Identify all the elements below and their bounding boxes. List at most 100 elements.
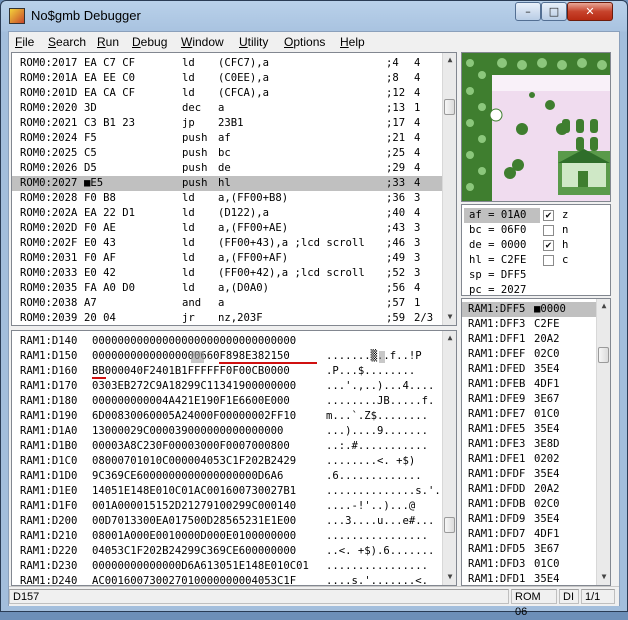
disasm-row[interactable]: ROM0:2026 D5 push de ;29 4 (12, 161, 442, 176)
menu-window[interactable]: Window (181, 35, 224, 49)
minimize-button[interactable]: – (515, 2, 541, 21)
memory-row[interactable]: RAM1:D1E0 14051E148E010C01AC001600730027B… (12, 484, 442, 499)
memory-row[interactable]: RAM1:D1A0 13000029C000039000000000000000.… (12, 424, 442, 439)
disasm-row[interactable]: ROM0:2031 F0 AF ld a,(FF00+AF) ;49 3 (12, 251, 442, 266)
disasm-row[interactable]: ROM0:202A EA 22 D1 ld (D122),a ;40 4 (12, 206, 442, 221)
stack-row[interactable]: RAM1:DFD1 35E4 (462, 572, 596, 585)
stack-row[interactable]: RAM1:DFE9 3E67 (462, 392, 596, 407)
stack-row[interactable]: RAM1:DFE3 3E8D (462, 437, 596, 452)
disasm-cyc: ;12 (386, 87, 406, 99)
flag-checkbox-n[interactable] (543, 225, 554, 236)
disasm-row[interactable]: ROM0:201A EA EE C0 ld (C0EE),a ;8 4 (12, 71, 442, 86)
stack-row[interactable]: RAM1:DFDF 35E4 (462, 467, 596, 482)
register-row[interactable]: de = 0000 (464, 238, 540, 253)
memory-row[interactable]: RAM1:D240 AC001600730027010000000004053C1… (12, 574, 442, 585)
stack-row[interactable]: RAM1:DFD7 4DF1 (462, 527, 596, 542)
disasm-addr: ROM0:201D (20, 87, 78, 99)
stack-row[interactable]: RAM1:DFD9 35E4 (462, 512, 596, 527)
disassembly-scrollbar[interactable]: ▲ ▼ (442, 53, 456, 325)
scroll-down-arrow[interactable]: ▼ (444, 311, 456, 323)
disasm-row[interactable]: ROM0:2017 EA C7 CF ld (CFC7),a ;4 4 (12, 56, 442, 71)
memory-row[interactable]: RAM1:D1F0 001A000015152D21279100299C00014… (12, 499, 442, 514)
memory-dump-pane[interactable]: ▲ ▼ RAM1:D140 000000000000000000000000000… (11, 330, 457, 586)
menu-help[interactable]: Help (340, 35, 365, 49)
memory-row[interactable]: RAM1:D180 000000000004A421E190F1E6600E000… (12, 394, 442, 409)
disasm-addr: ROM0:2026 (20, 162, 78, 174)
stack-row[interactable]: RAM1:DFE7 01C0 (462, 407, 596, 422)
disasm-row[interactable]: ROM0:2039 20 04 jr nz,203F ;59 2/3 (12, 311, 442, 325)
register-row[interactable]: hl = C2FE (464, 253, 540, 268)
stack-row[interactable]: RAM1:DFF3 C2FE (462, 317, 596, 332)
disasm-row[interactable]: ROM0:2028 F0 B8 ld a,(FF00+B8) ;36 3 (12, 191, 442, 206)
stack-row[interactable]: RAM1:DFDB 02C0 (462, 497, 596, 512)
disasm-row[interactable]: ROM0:201D EA CA CF ld (CFCA),a ;12 4 (12, 86, 442, 101)
memory-row[interactable]: RAM1:D1D0 9C369CE6000000000000000000D6A6.… (12, 469, 442, 484)
disasm-addr: ROM0:2024 (20, 132, 78, 144)
scroll-thumb[interactable] (444, 517, 455, 533)
stack-row[interactable]: RAM1:DFD5 3E67 (462, 542, 596, 557)
disasm-row[interactable]: ROM0:2038 A7 and a ;57 1 (12, 296, 442, 311)
disasm-row[interactable]: ROM0:2033 E0 42 ld (FF00+42),a ;lcd scroll;… (12, 266, 442, 281)
register-row[interactable]: bc = 06F0 (464, 223, 540, 238)
register-value: bc = 06F0 (469, 224, 527, 236)
memory-row[interactable]: RAM1:D1B0 00003A8C230F00003000F0007000800… (12, 439, 442, 454)
menu-file[interactable]: File (15, 35, 34, 49)
disasm-row[interactable]: ROM0:202D F0 AE ld a,(FF00+AE) ;43 3 (12, 221, 442, 236)
register-row[interactable]: pc = 2027 (464, 283, 540, 295)
scroll-up-arrow[interactable]: ▲ (444, 332, 456, 344)
memory-row[interactable]: RAM1:D190 6D00830060005A24000F00000002FF1… (12, 409, 442, 424)
memory-row[interactable]: RAM1:D200 00D7013300EA017500D28565231E1E0… (12, 514, 442, 529)
disasm-row[interactable]: ROM0:2020 3D dec a ;13 1 (12, 101, 442, 116)
title-bar[interactable]: No$gmb Debugger – □ ✕ (1, 1, 627, 31)
disassembly-pane[interactable]: ▲ ▼ ROM0:2017 EA C7 CF ld (CFC7),a ;4 4 ROM0:2… (11, 52, 457, 326)
stack-row[interactable]: RAM1:DFF1 20A2 (462, 332, 596, 347)
flag-checkbox-h[interactable]: ✔ (543, 240, 554, 251)
memory-row[interactable]: RAM1:D170 0303EB272C9A18299C1134190000000… (12, 379, 442, 394)
memory-row[interactable]: RAM1:D140 0000000000000000000000000000000… (12, 334, 442, 349)
scroll-up-arrow[interactable]: ▲ (444, 54, 456, 66)
stack-row[interactable]: RAM1:DFDD 20A2 (462, 482, 596, 497)
register-row[interactable]: af = 01A0 (464, 208, 540, 223)
scroll-down-arrow[interactable]: ▼ (598, 571, 610, 583)
flag-checkbox-c[interactable] (543, 255, 554, 266)
memory-row[interactable]: RAM1:D160 BB000040F2401B1FFFFFF0F00CB0000… (12, 364, 442, 379)
disasm-row[interactable]: ROM0:2035 FA A0 D0 ld a,(D0A0) ;56 4 (12, 281, 442, 296)
stack-row[interactable]: RAM1:DFF5 ■0000 (462, 302, 596, 317)
stack-row[interactable]: RAM1:DFE1 0202 (462, 452, 596, 467)
stack-scrollbar[interactable]: ▲ ▼ (596, 299, 610, 585)
stack-address: RAM1:DFE1 (468, 453, 526, 465)
memory-row[interactable]: RAM1:D210 08001A000E0010000D000E010000000… (12, 529, 442, 544)
menu-debug[interactable]: Debug (132, 35, 167, 49)
menu-search[interactable]: Search (48, 35, 86, 49)
menu-utility[interactable]: Utility (239, 35, 268, 49)
disasm-row[interactable]: ROM0:2021 C3 B1 23 jp 23B1 ;17 4 (12, 116, 442, 131)
scroll-up-arrow[interactable]: ▲ (598, 300, 610, 312)
stack-pane[interactable]: ▲ ▼ RAM1:DFF5 ■0000 RAM1:DFF3 C2FE RAM1:DFF1… (461, 298, 611, 586)
close-button[interactable]: ✕ (567, 2, 613, 21)
memory-row[interactable]: RAM1:D1C0 08000701010C000004053C1F202B242… (12, 454, 442, 469)
memory-scrollbar[interactable]: ▲ ▼ (442, 331, 456, 585)
stack-row[interactable]: RAM1:DFEF 02C0 (462, 347, 596, 362)
menu-accelerator: H (340, 35, 349, 49)
register-row[interactable]: sp = DFF5 (464, 268, 540, 283)
disasm-addr: ROM0:2031 (20, 252, 78, 264)
memory-row[interactable]: RAM1:D220 04053C1F202B24299C369CE60000000… (12, 544, 442, 559)
stack-row[interactable]: RAM1:DFEB 4DF1 (462, 377, 596, 392)
menu-run[interactable]: Run (97, 35, 119, 49)
stack-row[interactable]: RAM1:DFE5 35E4 (462, 422, 596, 437)
scroll-thumb[interactable] (598, 347, 609, 363)
disasm-row[interactable]: ROM0:2024 F5 push af ;21 4 (12, 131, 442, 146)
disasm-row[interactable]: ROM0:2027 ■E5 push hl ;33 4 (12, 176, 442, 191)
menu-bar: File Search Run Debug Window Utility Options He… (9, 32, 619, 52)
stack-address: RAM1:DFEF (468, 348, 526, 360)
disasm-row[interactable]: ROM0:202F E0 43 ld (FF00+43),a ;lcd scroll;… (12, 236, 442, 251)
scroll-thumb[interactable] (444, 99, 455, 115)
scroll-down-arrow[interactable]: ▼ (444, 571, 456, 583)
menu-options[interactable]: Options (284, 35, 325, 49)
stack-row[interactable]: RAM1:DFED 35E4 (462, 362, 596, 377)
memory-row[interactable]: RAM1:D230 00000000000000D6A613051E148E010… (12, 559, 442, 574)
disasm-row[interactable]: ROM0:2025 C5 push bc ;25 4 (12, 146, 442, 161)
stack-row[interactable]: RAM1:DFD3 01C0 (462, 557, 596, 572)
maximize-button[interactable]: □ (541, 2, 567, 21)
flag-checkbox-z[interactable]: ✔ (543, 210, 554, 221)
